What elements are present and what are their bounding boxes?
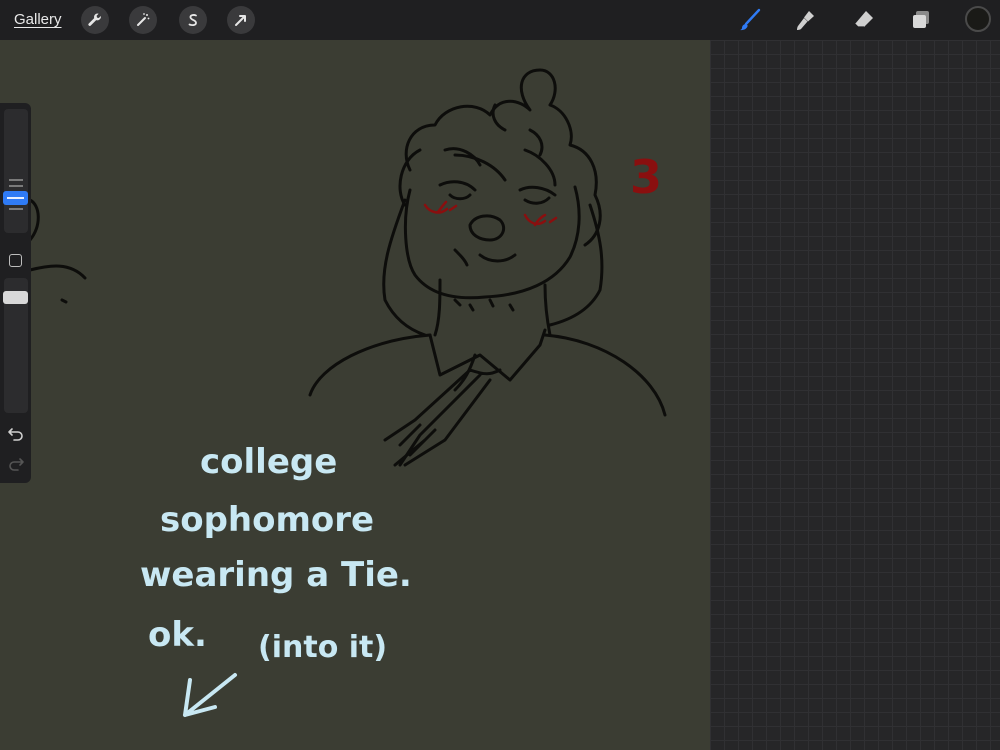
- actions-button[interactable]: [81, 6, 109, 34]
- adjustments-button[interactable]: [129, 6, 157, 34]
- gallery-button[interactable]: Gallery: [14, 11, 62, 28]
- top-toolbar: Gallery: [0, 0, 1000, 41]
- wrench-icon: [88, 13, 101, 26]
- brush-opacity-thumb[interactable]: [3, 291, 28, 304]
- canvas-background-grid: [710, 40, 1000, 750]
- transform-arrow-icon: [235, 15, 246, 26]
- brush-icon: [740, 8, 761, 31]
- smudge-icon: [797, 11, 814, 30]
- brush-size-slider[interactable]: [4, 109, 28, 233]
- selection-s-icon: [188, 14, 197, 27]
- color-picker-button[interactable]: [965, 6, 991, 32]
- redo-icon[interactable]: [7, 455, 25, 473]
- note-line: sophomore: [160, 500, 375, 540]
- slider-tick: [9, 208, 23, 210]
- drawing-canvas[interactable]: 3 college sophomore wearing a Tie. ok. (…: [0, 40, 710, 750]
- slider-tick: [9, 185, 23, 187]
- eraser-tool-button[interactable]: [849, 6, 879, 34]
- magic-wand-icon: [137, 13, 150, 26]
- selection-button[interactable]: [179, 6, 207, 34]
- note-line: (into it): [258, 630, 388, 665]
- paint-tool-button[interactable]: [735, 6, 765, 34]
- slider-tick: [9, 179, 23, 181]
- left-sidebar: [0, 103, 31, 483]
- smudge-tool-button[interactable]: [791, 6, 821, 34]
- brush-size-thumb[interactable]: [3, 191, 28, 205]
- note-line: wearing a Tie.: [140, 555, 412, 595]
- undo-icon[interactable]: [7, 425, 25, 443]
- layers-button[interactable]: [906, 6, 936, 34]
- modify-button[interactable]: [9, 254, 22, 267]
- note-line: college: [200, 442, 338, 482]
- transform-button[interactable]: [227, 6, 255, 34]
- note-line: ok.: [148, 615, 207, 655]
- red-number-mark: 3: [630, 150, 663, 204]
- eraser-icon: [854, 11, 873, 28]
- layers-icon: [913, 11, 929, 28]
